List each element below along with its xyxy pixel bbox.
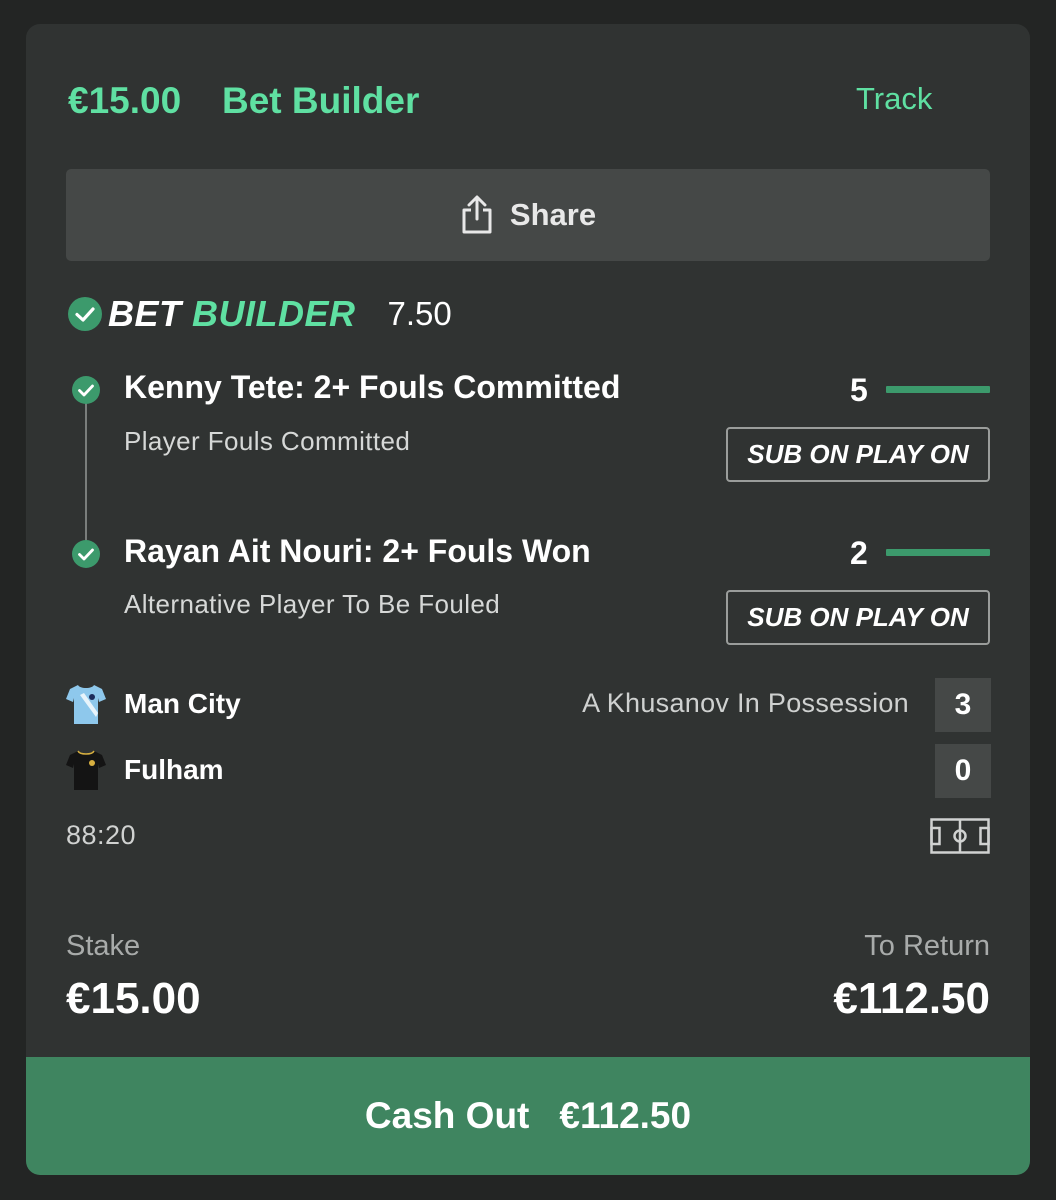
bet-builder-header: BET BUILDER 7.50 — [68, 293, 452, 335]
fulham-shirt-icon — [66, 750, 106, 790]
home-score: 3 — [935, 678, 991, 732]
pitch-icon[interactable] — [930, 818, 990, 854]
home-team-name: Man City — [124, 688, 241, 719]
leg-1-market: Player Fouls Committed — [124, 426, 411, 456]
bet-builder-logo: BET BUILDER — [108, 293, 356, 335]
man-city-shirt-icon — [66, 685, 106, 724]
leg-1-title: Kenny Tete: 2+ Fouls Committed — [124, 369, 621, 405]
bet-stake-amount: €15.00 — [68, 80, 182, 121]
check-circle-icon — [68, 297, 102, 331]
cash-out-label: Cash Out — [364, 1095, 530, 1136]
bet-card: €15.00 Bet Builder Track Share BET BUILD… — [26, 24, 1030, 1175]
to-return-value: €112.50 — [833, 974, 990, 1023]
bet-builder-odds: 7.50 — [387, 295, 452, 332]
possession-status: A Khusanov In Possession — [582, 688, 909, 718]
share-label: Share — [509, 197, 597, 232]
leg-2-count: 2 — [850, 535, 868, 571]
share-button[interactable]: Share — [66, 169, 990, 261]
away-team-name: Fulham — [124, 754, 224, 785]
share-icon — [462, 195, 492, 234]
leg-2-sub-on-play-on-button[interactable]: SUB ON PLAY ON — [726, 590, 990, 645]
leg-2-check-icon — [72, 540, 100, 568]
track-link[interactable]: Track — [856, 81, 932, 117]
leg-2-market: Alternative Player To Be Fouled — [124, 589, 501, 619]
leg-2-progress-bar — [886, 549, 990, 556]
legs-connector-line — [85, 401, 87, 553]
leg-1-count: 5 — [850, 372, 868, 408]
to-return-label: To Return — [864, 930, 990, 962]
leg-1-sub-on-play-on-button[interactable]: SUB ON PLAY ON — [726, 427, 990, 482]
bet-builder-logo-part2: BUILDER — [192, 293, 356, 334]
leg-1-progress-bar — [886, 386, 990, 393]
cash-out-button[interactable]: Cash Out €112.50 — [26, 1057, 1030, 1175]
away-score: 0 — [935, 744, 991, 798]
cash-out-amount: €112.50 — [559, 1095, 692, 1136]
stake-value: €15.00 — [66, 974, 201, 1023]
leg-2-title: Rayan Ait Nouri: 2+ Fouls Won — [124, 533, 591, 569]
leg-1-check-icon — [72, 376, 100, 404]
match-clock: 88:20 — [66, 820, 137, 850]
bet-builder-logo-part1: BET — [108, 293, 182, 334]
bet-type-title: Bet Builder — [222, 80, 420, 121]
stake-label: Stake — [66, 930, 141, 962]
